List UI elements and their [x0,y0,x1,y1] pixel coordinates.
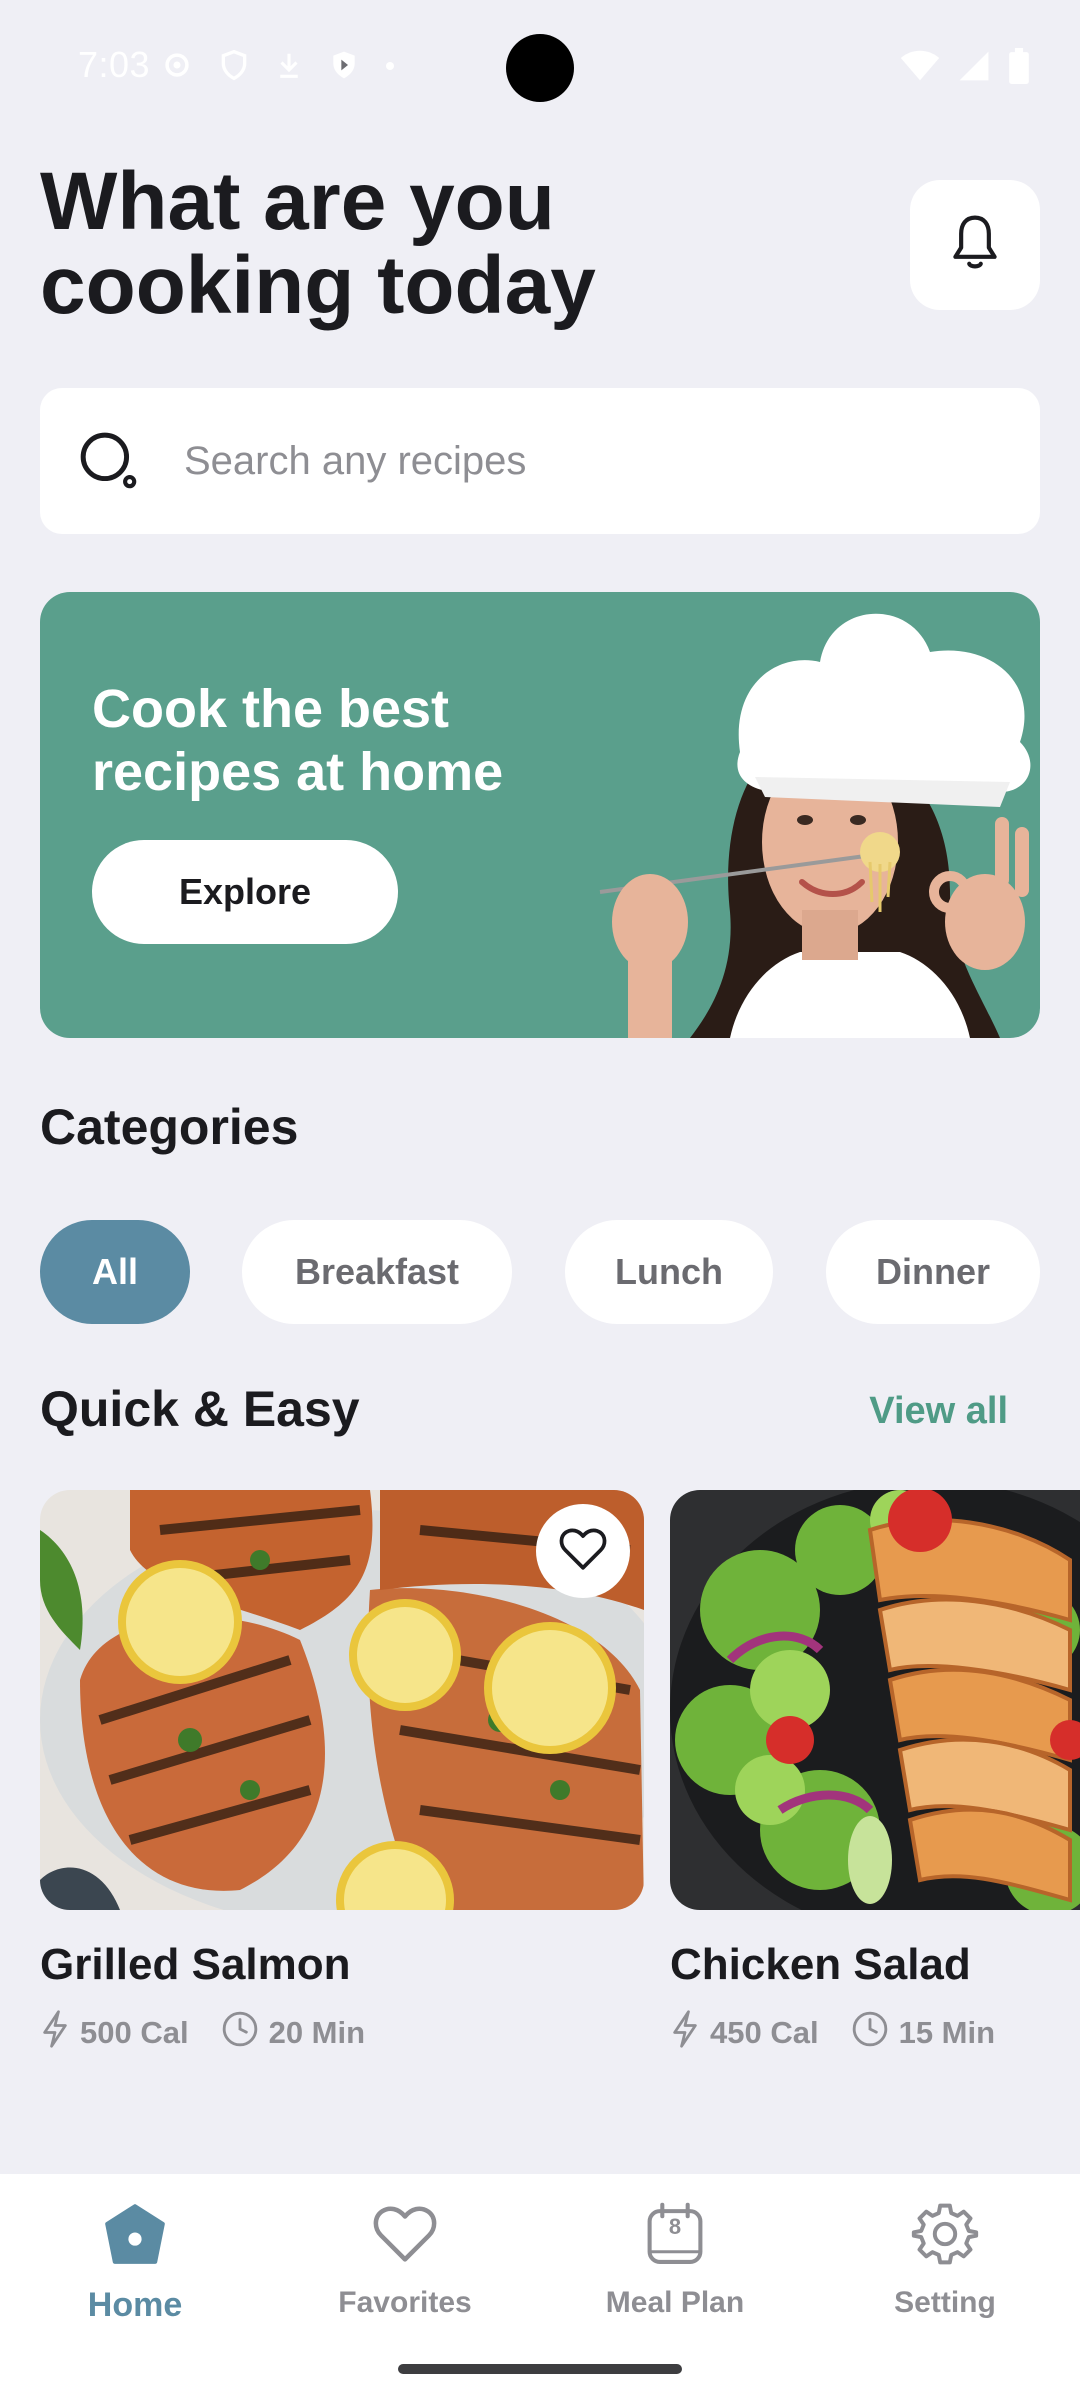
download-icon [274,48,304,87]
recipe-image [670,1490,1080,1910]
signal-icon [958,50,990,87]
status-bar: 7:03 [0,0,1080,136]
nav-item-meal-plan[interactable]: 8 Meal Plan [575,2196,775,2336]
bell-icon [947,213,1003,278]
clock-icon [221,2010,259,2056]
calendar-date-badge: 8 [668,2214,682,2239]
settings-icon [160,48,194,87]
category-chip-lunch[interactable]: Lunch [565,1220,773,1324]
favorite-button[interactable] [536,1504,630,1598]
home-icon [97,2196,173,2272]
time-info: 15 Min [851,2010,995,2056]
time-value: 15 Min [898,2015,996,2050]
search-bar[interactable] [40,388,1040,534]
promo-banner[interactable]: Cook the best recipes at home Explore [40,592,1040,1038]
calendar-icon: 8 [637,2196,713,2272]
status-icons-left [160,48,396,87]
heart-icon [367,2196,443,2272]
nav-label: Setting [894,2286,996,2319]
category-chips: All Breakfast Lunch Dinner [40,1220,1040,1324]
lightning-icon [670,2010,700,2056]
calories-info: 500 Cal [40,2010,189,2056]
home-indicator[interactable] [398,2364,682,2374]
clock-icon [851,2010,889,2056]
explore-button[interactable]: Explore [92,840,398,944]
categories-title: Categories [40,1099,299,1155]
search-icon [74,426,144,496]
category-chip-dinner[interactable]: Dinner [826,1220,1040,1324]
lightning-icon [40,2010,70,2056]
view-all-link[interactable]: View all [869,1390,1008,1433]
dot-icon [384,59,396,77]
recipe-image [40,1490,644,1910]
time-value: 20 Min [268,2015,366,2050]
camera-cutout [506,34,574,102]
gear-icon [907,2196,983,2272]
play-protect-icon [328,48,360,87]
status-icons-right [900,48,1030,89]
calories-value: 450 Cal [710,2015,819,2050]
nav-item-favorites[interactable]: Favorites [305,2196,505,2336]
wifi-icon [900,50,940,87]
recipe-meta: 450 Cal 15 Min [670,2010,1080,2056]
time-info: 20 Min [221,2010,365,2056]
page-title: What are you cooking today [40,156,596,331]
notification-button[interactable] [910,180,1040,310]
calories-value: 500 Cal [80,2015,189,2050]
recipe-name: Chicken Salad [670,1940,971,1989]
category-chip-all[interactable]: All [40,1220,190,1324]
recipe-card-chicken-salad[interactable]: Chicken Salad 450 Cal 15 Min [670,1490,1080,2056]
nav-item-home[interactable]: Home [35,2196,235,2336]
nav-item-setting[interactable]: Setting [845,2196,1045,2336]
shield-icon [218,48,250,87]
status-time: 7:03 [78,44,151,85]
nav-label: Home [87,2286,183,2324]
recipe-meta: 500 Cal 20 Min [40,2010,644,2056]
nav-label: Favorites [338,2286,472,2319]
nav-label: Meal Plan [605,2286,745,2319]
battery-icon [1008,48,1030,89]
calories-info: 450 Cal [670,2010,819,2056]
recipe-name: Grilled Salmon [40,1940,351,1989]
recipe-card-grilled-salmon[interactable]: Grilled Salmon 500 Cal 20 Min [40,1490,644,2056]
category-chip-breakfast[interactable]: Breakfast [242,1220,512,1324]
heart-icon [558,1526,608,1577]
quick-easy-title: Quick & Easy [40,1381,360,1437]
chef-illustration [599,613,1031,1038]
search-input[interactable] [184,438,964,484]
